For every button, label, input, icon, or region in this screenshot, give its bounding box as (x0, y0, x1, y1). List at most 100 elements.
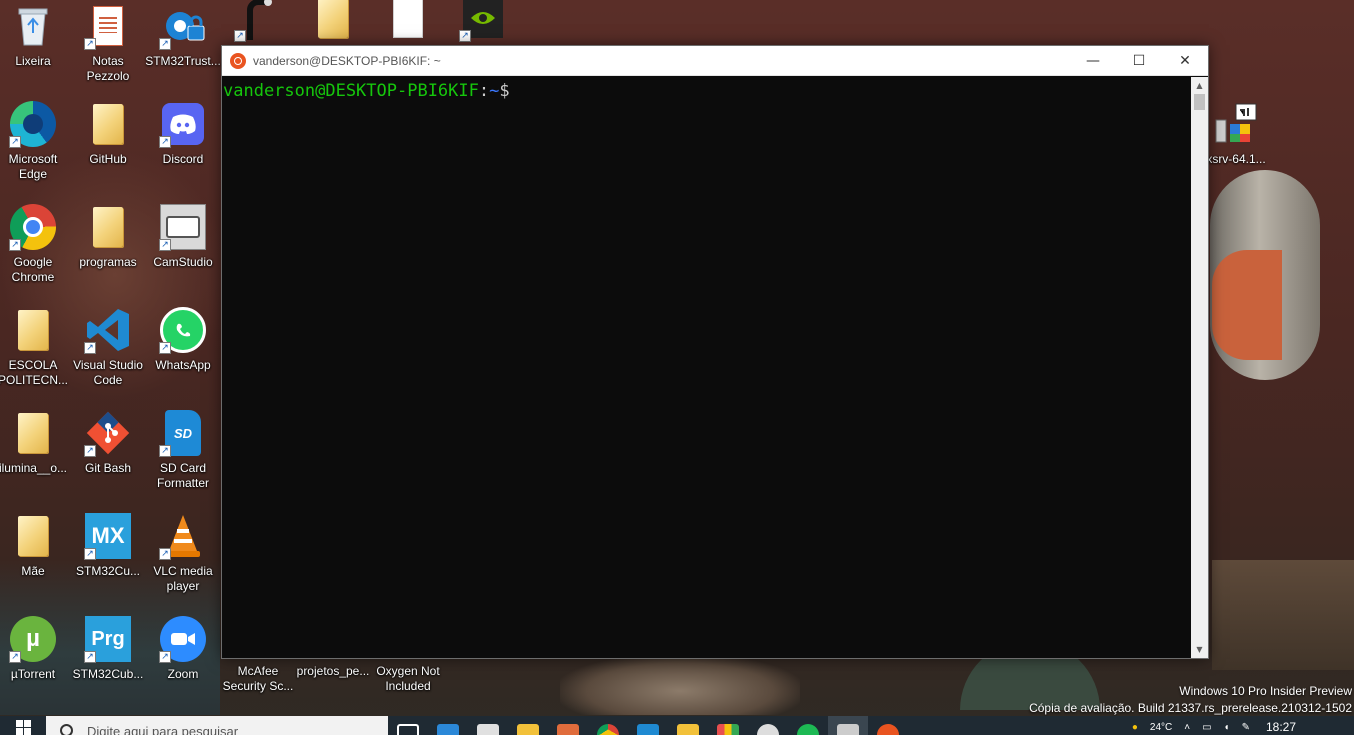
color-grid-icon (717, 724, 739, 735)
taskbar-pinned-app[interactable] (428, 716, 468, 735)
gear-lock-icon: ↗ (159, 2, 207, 50)
prompt-separator: : (478, 81, 490, 101)
scroll-up-arrow-icon[interactable]: ▲ (1191, 77, 1208, 94)
taskbar-pinned-app[interactable] (788, 716, 828, 735)
terminal-icon (837, 724, 859, 735)
desktop-icon-label: WhatsApp (155, 358, 211, 372)
mail-icon (437, 724, 459, 735)
github-icon (757, 724, 779, 735)
desktop-icon-projetos-folder[interactable]: projetos_pe... (295, 664, 371, 679)
desktop-icon-label: projetos_pe... (296, 664, 370, 678)
task-view-icon (397, 724, 419, 735)
desktop-icon-label: Notas Pezzolo (86, 54, 130, 83)
nvidia-icon: ↗ (459, 0, 507, 42)
shortcut-arrow-icon: ↗ (159, 651, 171, 663)
desktop-icon-utorrent[interactable]: µ ↗ µTorrent (0, 615, 71, 682)
desktop-icon-dark-app[interactable]: ↗ (220, 0, 296, 46)
folder-icon (9, 512, 57, 560)
taskbar-pinned-app[interactable] (388, 716, 428, 735)
ubuntu-icon (230, 52, 246, 69)
start-button[interactable] (0, 716, 46, 735)
desktop-icon-oxygen-not-included[interactable]: Oxygen Not Included (370, 664, 446, 694)
desktop-icon-whatsapp[interactable]: ↗ WhatsApp (145, 306, 221, 373)
desktop-icon-recycle-bin[interactable]: Lixeira (0, 2, 71, 69)
desktop-icon-label: Oxygen Not Included (376, 664, 440, 693)
desktop-icon-label: ilumina__o... (0, 461, 68, 475)
desktop-icon-programas-folder[interactable]: programas (70, 203, 146, 270)
vscode-icon (637, 724, 659, 735)
taskbar-pinned-app[interactable] (548, 716, 588, 735)
desktop-icon-camstudio[interactable]: ↗ CamStudio (145, 203, 221, 270)
recycle-bin-icon (9, 2, 57, 50)
desktop-icon-zoom[interactable]: ↗ Zoom (145, 615, 221, 682)
chrome-icon (597, 724, 619, 735)
folder-icon (309, 0, 357, 42)
minimize-button[interactable]: — (1070, 46, 1116, 76)
desktop-icon-escola-politecnica[interactable]: ESCOLA POLITECN... (0, 306, 71, 388)
search-placeholder: Digite aqui para pesquisar (87, 724, 239, 735)
taskbar-pinned-app[interactable] (468, 716, 508, 735)
desktop-icon-folder[interactable] (295, 0, 371, 46)
desktop-icon-label: xsrv-64.1... (1206, 152, 1266, 166)
pen-icon[interactable]: ✎ (1236, 716, 1256, 733)
paint-icon (557, 724, 579, 735)
desktop-icon-microsoft-edge[interactable]: ↗ Microsoft Edge (0, 100, 71, 182)
taskbar-search-box[interactable]: Digite aqui para pesquisar (46, 716, 388, 735)
volume-icon[interactable]: ◖ (1218, 716, 1236, 733)
desktop-icon-blank-document[interactable] (370, 0, 446, 46)
taskbar-pinned-app[interactable] (868, 716, 908, 735)
taskbar-pinned-app[interactable] (708, 716, 748, 735)
desktop-icon-discord[interactable]: ↗ Discord (145, 100, 221, 167)
taskbar-pinned-app[interactable] (668, 716, 708, 735)
desktop-icon-sd-card-formatter[interactable]: SD ↗ SD Card Formatter (145, 409, 221, 491)
desktop-icon-nvidia[interactable]: ↗ (445, 0, 521, 46)
taskbar-pinned-app[interactable] (628, 716, 668, 735)
weather-icon[interactable]: ● (1126, 716, 1144, 733)
vertical-scrollbar[interactable]: ▲ ▼ (1191, 77, 1208, 658)
desktop-icon-mae-folder[interactable]: Mãe (0, 512, 71, 579)
network-icon[interactable]: ▭ (1196, 716, 1217, 733)
desktop-icon-git-bash[interactable]: ↗ Git Bash (70, 409, 146, 476)
scroll-down-arrow-icon[interactable]: ▼ (1191, 641, 1208, 658)
desktop-icon-vlc-media-player[interactable]: ↗ VLC media player (145, 512, 221, 594)
shortcut-arrow-icon: ↗ (9, 651, 21, 663)
desktop-icon-stm32cubeprogrammer[interactable]: Prg ↗ STM32Cub... (70, 615, 146, 682)
scrollbar-thumb[interactable] (1194, 94, 1205, 110)
taskbar: Digite aqui para pesquisar ● 24°C ˄ ▭ ◖ … (0, 716, 1354, 735)
desktop-icon-vcxsrv[interactable]: xsrv-64.1... (1198, 100, 1274, 167)
desktop-icon-label: GitHub (89, 152, 127, 166)
taskbar-pinned-app[interactable] (748, 716, 788, 735)
folder-icon (84, 203, 132, 251)
maximize-button[interactable]: ☐ (1116, 46, 1162, 76)
taskbar-pinned-app[interactable] (828, 716, 868, 735)
desktop-icon-stm32cubemx[interactable]: MX ↗ STM32Cu... (70, 512, 146, 579)
desktop-icon-google-chrome[interactable]: ↗ Google Chrome (0, 203, 71, 285)
spotify-icon (797, 724, 819, 735)
stm32cubemx-icon: MX ↗ (84, 512, 132, 560)
store-icon (477, 724, 499, 735)
shortcut-arrow-icon: ↗ (84, 38, 96, 50)
desktop-icon-label: CamStudio (153, 255, 213, 269)
desktop-icon-github-folder[interactable]: GitHub (70, 100, 146, 167)
taskbar-pinned-app[interactable] (508, 716, 548, 735)
close-button[interactable]: ✕ (1162, 46, 1208, 76)
taskbar-pinned-app[interactable] (588, 716, 628, 735)
desktop-icon-stm32trust[interactable]: ↗ STM32Trust... (145, 2, 221, 69)
desktop-icon-iluminacao-folder[interactable]: ilumina__o... (0, 409, 71, 476)
search-icon (60, 724, 73, 735)
terminal-window[interactable]: vanderson@DESKTOP-PBI6KIF: ~ — ☐ ✕ vande… (221, 45, 1209, 659)
window-titlebar[interactable]: vanderson@DESKTOP-PBI6KIF: ~ — ☐ ✕ (222, 46, 1208, 76)
blank-document-icon (384, 0, 432, 42)
git-icon: ↗ (84, 409, 132, 457)
windows-watermark-edition: Windows 10 Pro Insider Preview (1179, 684, 1352, 698)
desktop-icon-visual-studio-code[interactable]: ↗ Visual Studio Code (70, 306, 146, 388)
windows-watermark-build: Cópia de avaliação. Build 21337.rs_prere… (1029, 701, 1352, 715)
chevron-up-icon[interactable]: ˄ (1178, 716, 1196, 733)
window-title: vanderson@DESKTOP-PBI6KIF: ~ (253, 53, 441, 68)
desktop-icon-notas-pezzolo[interactable]: ↗ Notas Pezzolo (70, 2, 146, 84)
taskbar-clock[interactable]: 18:27 (1256, 716, 1346, 734)
desktop-icon-mcafee[interactable]: McAfee Security Sc... (220, 664, 296, 694)
terminal-console[interactable]: vanderson@DESKTOP-PBI6KIF:~$ (222, 77, 1191, 658)
shortcut-arrow-icon: ↗ (159, 548, 171, 560)
weather-temperature[interactable]: 24°C (1144, 716, 1178, 733)
